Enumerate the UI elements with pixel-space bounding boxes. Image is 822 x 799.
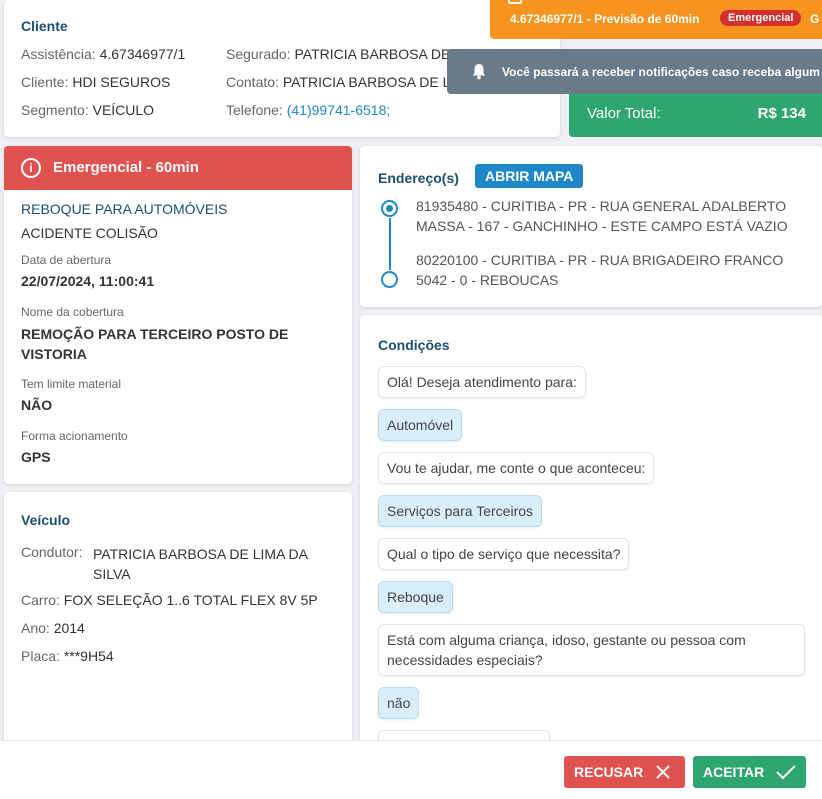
chat-question: Qual o tipo de serviço que necessita? xyxy=(378,538,630,570)
notification-toast[interactable]: Você passará a receber notificações caso… xyxy=(447,49,822,94)
recusar-button[interactable]: RECUSAR xyxy=(564,756,685,788)
data-abertura-label: Data de abertura xyxy=(21,253,112,267)
placa-value: ***9H54 xyxy=(63,648,114,664)
limite-label: Tem limite material xyxy=(21,377,122,391)
chat-answer: não xyxy=(378,687,420,719)
action-footer: RECUSAR ACEITAR xyxy=(0,740,822,799)
condicoes-card[interactable]: Condições Olá! Deseja atendimento para: … xyxy=(360,315,822,745)
assistencia-row: Assistência: 4.67346977/1 xyxy=(21,46,185,62)
placa-label: Placa: xyxy=(21,648,60,664)
order-banner[interactable]: 4.67346977/1 - Previsão de 60min Emergen… xyxy=(490,0,822,39)
servico-title: REBOQUE PARA AUTOMÓVEIS xyxy=(21,201,228,217)
cobertura-label: Nome da cobertura xyxy=(21,305,124,319)
segmento-row: Segmento: VEÍCULO xyxy=(21,102,154,118)
banner-tail: G xyxy=(810,12,820,26)
valor-total-label: Valor Total: xyxy=(587,105,661,122)
acionamento-label: Forma acionamento xyxy=(21,429,128,443)
endereco-origem: 81935480 - CURITIBA - PR - RUA GENERAL A… xyxy=(416,198,788,234)
assistencia-label: Assistência: xyxy=(21,46,96,62)
telefone-link[interactable]: (41)99741-6518; xyxy=(287,102,391,118)
emergencial-header-title: Emergencial - 60min xyxy=(53,159,199,176)
emergencial-badge: Emergencial xyxy=(720,10,802,26)
endereco-card: Endereço(s) ABRIR MAPA 81935480 - CURITI… xyxy=(360,146,822,307)
bell-icon xyxy=(473,64,485,80)
contato-row: Contato: PATRICIA BARBOSA DE L xyxy=(226,74,450,90)
carro-value: FOX SELEÇÃO 1..6 TOTAL FLEX 8V 5P xyxy=(63,592,318,608)
limite-value: NÃO xyxy=(21,397,53,413)
route-line xyxy=(389,218,391,270)
aceitar-button[interactable]: ACEITAR xyxy=(693,756,806,788)
data-abertura-value: 22/07/2024, 11:00:41 xyxy=(21,273,155,289)
carro-row: Carro: FOX SELEÇÃO 1..6 TOTAL FLEX 8V 5P xyxy=(21,592,318,608)
telefone-row: Telefone: (41)99741-6518; xyxy=(226,102,390,118)
aceitar-label: ACEITAR xyxy=(703,764,765,780)
origin-marker-icon xyxy=(381,200,398,217)
calendar-icon xyxy=(508,0,522,4)
chat-answer: Automóvel xyxy=(378,409,463,441)
toast-message: Você passará a receber notificações caso… xyxy=(502,65,820,79)
telefone-label: Telefone: xyxy=(226,102,283,118)
chat-answer: Serviços para Terceiros xyxy=(378,495,543,527)
info-icon: i xyxy=(21,158,41,178)
endereco-title: Endereço(s) xyxy=(378,170,459,186)
endereco-destino: 80220100 - CURITIBA - PR - RUA BRIGADEIR… xyxy=(416,252,784,288)
servico-card: i Emergencial - 60min REBOQUE PARA AUTOM… xyxy=(4,146,352,484)
segurado-row: Segurado: PATRICIA BARBOSA DE xyxy=(226,46,450,62)
cliente-label: Cliente: xyxy=(21,74,69,90)
ano-row: Ano: 2014 xyxy=(21,620,85,636)
destination-marker-icon xyxy=(381,271,398,288)
valor-total-value: R$ 134 xyxy=(757,105,806,122)
ano-value: 2014 xyxy=(53,620,85,636)
close-icon xyxy=(656,765,670,779)
chat-answer: Reboque xyxy=(378,581,453,613)
ano-label: Ano: xyxy=(21,620,50,636)
condutor-row: Condutor: xyxy=(21,544,82,560)
contato-value: PATRICIA BARBOSA DE L xyxy=(282,74,451,90)
abrir-mapa-button[interactable]: ABRIR MAPA xyxy=(475,164,584,188)
cliente-value: HDI SEGUROS xyxy=(72,74,171,90)
carro-label: Carro: xyxy=(21,592,60,608)
chat-question: Vou te ajudar, me conte o que aconteceu: xyxy=(378,452,655,484)
valor-total-panel: Valor Total: R$ 134 xyxy=(569,94,822,137)
emergencial-header: i Emergencial - 60min xyxy=(4,146,352,190)
condutor-label: Condutor: xyxy=(21,544,83,560)
cobertura-value: REMOÇÃO PARA TERCEIRO POSTO DE VISTORIA xyxy=(21,326,289,362)
condutor-value: PATRICIA BARBOSA DE LIMA DA SILVA xyxy=(93,546,308,582)
chat-question: Olá! Deseja atendimento para: xyxy=(378,366,586,398)
chat-question: Está com alguma criança, idoso, gestante… xyxy=(378,624,805,676)
contato-label: Contato: xyxy=(226,74,279,90)
acionamento-value: GPS xyxy=(21,449,51,465)
cliente-row: Cliente: HDI SEGUROS xyxy=(21,74,170,90)
segurado-value: PATRICIA BARBOSA DE xyxy=(294,46,451,62)
placa-row: Placa: ***9H54 xyxy=(21,648,114,664)
servico-subtitle: ACIDENTE COLISÃO xyxy=(21,225,158,241)
segmento-value: VEÍCULO xyxy=(92,102,155,118)
assistencia-value: 4.67346977/1 xyxy=(99,46,186,62)
condicoes-title: Condições xyxy=(378,337,450,353)
check-icon xyxy=(776,765,796,780)
veiculo-title: Veículo xyxy=(21,512,71,528)
banner-text: 4.67346977/1 - Previsão de 60min xyxy=(510,12,700,26)
segmento-label: Segmento: xyxy=(21,102,89,118)
segurado-label: Segurado: xyxy=(226,46,291,62)
cliente-title: Cliente xyxy=(21,18,68,34)
recusar-label: RECUSAR xyxy=(574,764,644,780)
